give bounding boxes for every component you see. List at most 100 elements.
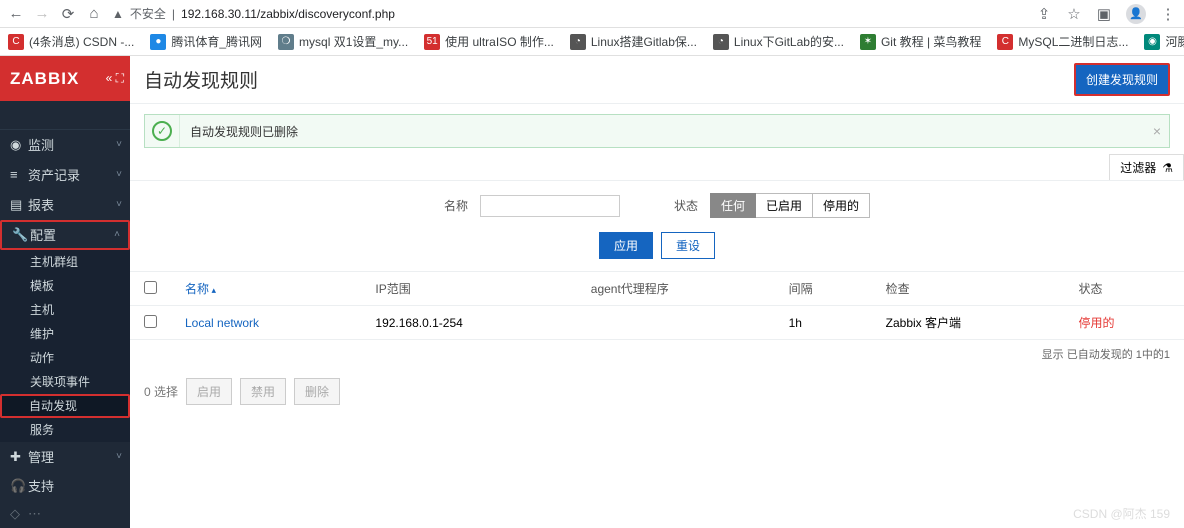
sidebar-subitem[interactable]: 维护 xyxy=(0,322,130,346)
favicon: ✶ xyxy=(860,34,876,50)
status-seg-option[interactable]: 已启用 xyxy=(756,193,813,218)
batch-enable-button[interactable]: 启用 xyxy=(186,378,232,405)
bookmark-item[interactable]: ◉ 河豚直播-直播-NBA... xyxy=(1144,33,1184,50)
bookmark-label: 腾讯体育_腾讯网 xyxy=(171,33,262,50)
column-header[interactable]: IP范围 xyxy=(361,272,576,306)
sidebar-collapse-icon[interactable]: « ⛶ xyxy=(106,71,124,86)
logo-row: ZABBIX « ⛶ xyxy=(0,56,130,101)
reload-button[interactable]: ⟳ xyxy=(60,5,76,23)
back-button[interactable]: ← xyxy=(8,5,24,22)
reset-button[interactable]: 重设 xyxy=(661,232,715,259)
bookmark-label: (4条消息) CSDN -... xyxy=(29,33,134,50)
favicon: ◉ xyxy=(1144,34,1160,50)
chevron-icon: ˅ xyxy=(116,169,122,180)
insecure-label: 不安全 xyxy=(130,5,166,22)
nav-icon: ▤ xyxy=(10,197,28,213)
status-seg-option[interactable]: 停用的 xyxy=(813,193,870,218)
warning-icon: ▲ xyxy=(112,7,124,21)
batch-actions: 0 选择 启用 禁用 删除 xyxy=(130,368,1184,415)
sidebar-item[interactable]: ▤报表˅ xyxy=(0,190,130,220)
status-segmented: 任何已启用停用的 xyxy=(710,193,870,218)
status-link[interactable]: 停用的 xyxy=(1079,316,1115,330)
sidebar-item-label: 监测 xyxy=(28,135,54,154)
profile-avatar[interactable]: 👤 xyxy=(1126,4,1146,24)
bookmark-item[interactable]: ❍ mysql 双1设置_my... xyxy=(278,33,408,50)
bookmark-label: mysql 双1设置_my... xyxy=(299,33,408,50)
bookmarks-bar: C(4条消息) CSDN -... ● 腾讯体育_腾讯网 ❍ mysql 双1设置_my… xyxy=(0,28,1184,56)
table-row: Local network 192.168.0.1-254 1h Zabbix … xyxy=(130,306,1184,340)
status-seg-option[interactable]: 任何 xyxy=(710,193,756,218)
column-header[interactable]: 状态 xyxy=(1065,272,1184,306)
favicon: ❍ xyxy=(278,34,294,50)
nav-icon: 🔧 xyxy=(12,227,30,243)
address-bar[interactable]: ▲ 不安全 | 192.168.30.11/zabbix/discoveryco… xyxy=(112,5,1026,22)
sidebar-item-more[interactable]: ◇⋯ xyxy=(0,500,130,528)
zabbix-logo: ZABBIX xyxy=(10,69,79,89)
alert-close-icon[interactable]: × xyxy=(1153,123,1161,139)
sidebar-item-label: 配置 xyxy=(30,225,56,244)
favicon: 51 xyxy=(424,34,440,50)
bookmark-item[interactable]: ◔Linux下GitLab的安... xyxy=(713,33,844,50)
sidebar-item[interactable]: ≡资产记录 ˅ xyxy=(0,160,130,190)
success-alert: ✓ 自动发现规则已删除 × xyxy=(144,114,1170,148)
chevron-icon: ˅ xyxy=(116,139,122,150)
extensions-icon[interactable]: ▣ xyxy=(1096,5,1112,23)
apply-button[interactable]: 应用 xyxy=(599,232,653,259)
filter-toggle[interactable]: 过滤器 ⚗ xyxy=(1109,154,1184,180)
bookmark-item[interactable]: C(4条消息) CSDN -... xyxy=(8,33,134,50)
bookmark-label: 河豚直播-直播-NBA... xyxy=(1165,33,1184,50)
sidebar-subitem[interactable]: 关联项事件 xyxy=(0,370,130,394)
browser-toolbar: ← → ⟳ ⌂ ▲ 不安全 | 192.168.30.11/zabbix/dis… xyxy=(0,0,1184,28)
column-header[interactable]: 名称 xyxy=(171,272,361,306)
filter-icon: ⚗ xyxy=(1162,161,1173,175)
sidebar-subitem[interactable]: 自动发现 xyxy=(0,394,130,418)
share-icon[interactable]: ⇪ xyxy=(1036,5,1052,23)
bookmark-item[interactable]: ● 腾讯体育_腾讯网 xyxy=(150,33,262,50)
sidebar-item-support[interactable]: 🎧 支持 xyxy=(0,472,130,500)
sidebar-search[interactable]: 🔍 xyxy=(0,101,130,129)
sidebar-item-label: 管理 xyxy=(28,447,54,466)
sidebar-subitem[interactable]: 动作 xyxy=(0,346,130,370)
select-all-checkbox[interactable] xyxy=(144,281,157,294)
main-content: 自动发现规则 创建发现规则 ✓ 自动发现规则已删除 × 过滤器 ⚗ 名称 状态 … xyxy=(130,56,1184,528)
nav-icon: ≡ xyxy=(10,167,28,182)
sidebar-item[interactable]: 🔧配置˄ xyxy=(0,220,130,250)
page-title: 自动发现规则 xyxy=(144,66,258,93)
forward-button[interactable]: → xyxy=(34,5,50,22)
column-header[interactable]: 间隔 xyxy=(775,272,872,306)
column-header[interactable]: agent代理程序 xyxy=(577,272,775,306)
home-button[interactable]: ⌂ xyxy=(86,5,102,22)
row-checkbox[interactable] xyxy=(144,315,157,328)
sidebar-item[interactable]: ✚管理˅ xyxy=(0,442,130,472)
bookmark-item[interactable]: 51 使用 ultraISO 制作... xyxy=(424,33,554,50)
sidebar: ZABBIX « ⛶ 🔍 ◉监测 ˅ ≡资产记录 ˅ ▤报表˅🔧配置˄主机群组模板主机维… xyxy=(0,56,130,528)
sidebar-item[interactable]: ◉监测 ˅ xyxy=(0,130,130,160)
star-icon[interactable]: ☆ xyxy=(1066,5,1082,23)
column-header[interactable]: 检查 xyxy=(872,272,1065,306)
bookmark-label: MySQL二进制日志... xyxy=(1018,33,1128,50)
nav-icon: ◉ xyxy=(10,137,28,153)
batch-disable-button[interactable]: 禁用 xyxy=(240,378,286,405)
batch-delete-button[interactable]: 删除 xyxy=(294,378,340,405)
filter-label: 过滤器 xyxy=(1120,159,1156,176)
cell-ip: 192.168.0.1-254 xyxy=(361,306,576,340)
rule-name-link[interactable]: Local network xyxy=(185,316,259,330)
sidebar-subitem[interactable]: 主机群组 xyxy=(0,250,130,274)
bookmark-item[interactable]: ◔Linux搭建Gitlab保... xyxy=(570,33,697,50)
filter-panel: 名称 状态 任何已启用停用的 应用 重设 xyxy=(130,180,1184,272)
bookmark-item[interactable]: ✶Git 教程 | 菜鸟教程 xyxy=(860,33,981,50)
filter-status-label: 状态 xyxy=(674,197,698,214)
bookmark-label: 使用 ultraISO 制作... xyxy=(445,33,554,50)
favicon: ◔ xyxy=(713,34,729,50)
sidebar-subitem[interactable]: 模板 xyxy=(0,274,130,298)
sidebar-item-label: 资产记录 xyxy=(28,165,80,184)
filter-name-input[interactable] xyxy=(480,195,620,217)
sidebar-subitem[interactable]: 主机 xyxy=(0,298,130,322)
sidebar-subitem[interactable]: 服务 xyxy=(0,418,130,442)
cell-check: Zabbix 客户端 xyxy=(872,306,1065,340)
kebab-menu-icon[interactable]: ⋮ xyxy=(1160,5,1176,23)
bookmark-item[interactable]: CMySQL二进制日志... xyxy=(997,33,1128,50)
create-rule-button[interactable]: 创建发现规则 xyxy=(1074,63,1170,96)
check-icon: ✓ xyxy=(152,121,172,141)
favicon: ● xyxy=(150,34,166,50)
